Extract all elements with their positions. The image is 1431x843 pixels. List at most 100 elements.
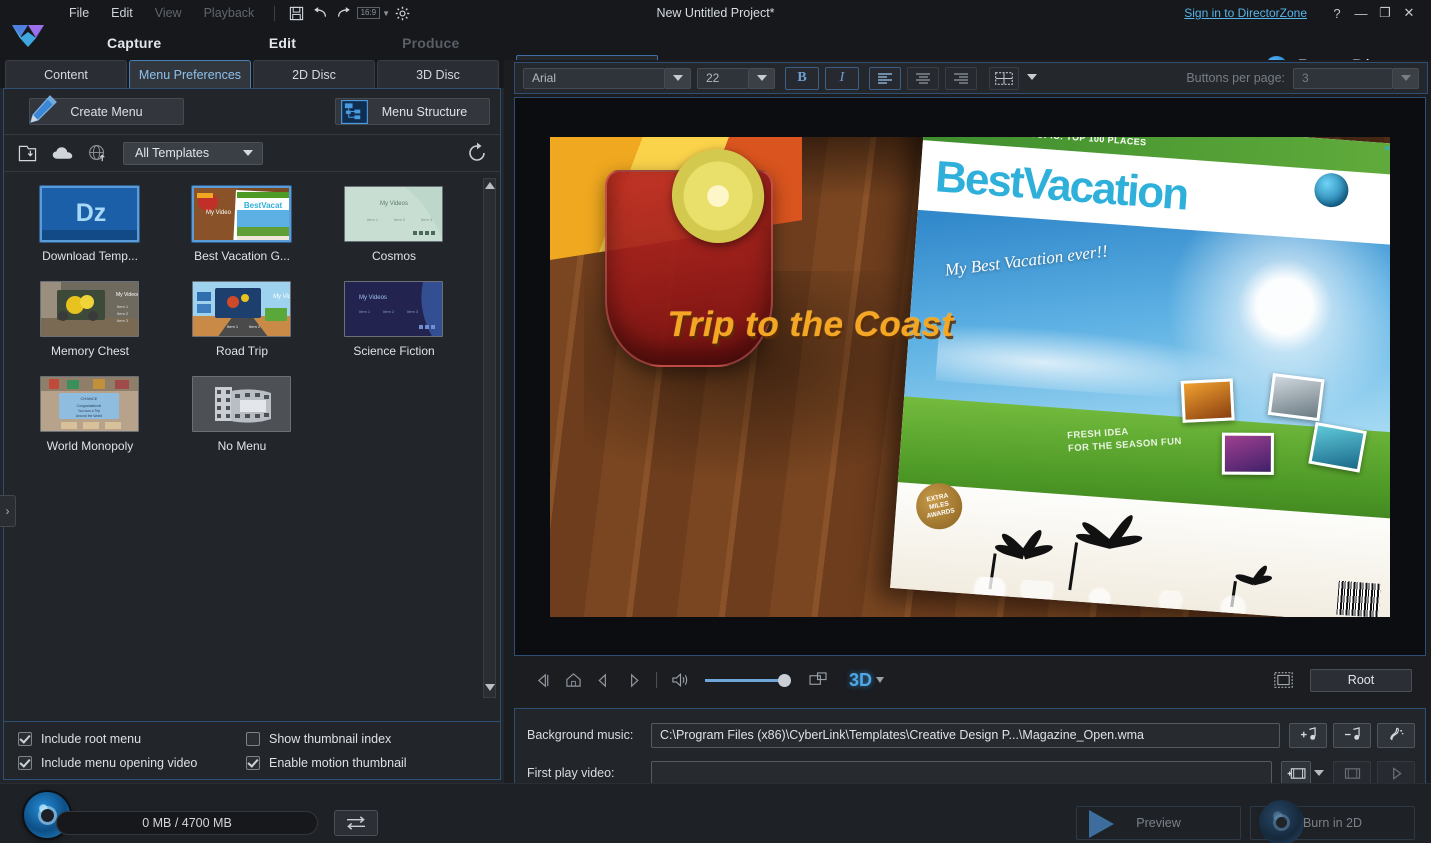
template-item-best-vacation[interactable]: BestVacat My Video Best Vacation G... bbox=[192, 186, 292, 263]
nav-mode-edit[interactable]: Edit bbox=[208, 35, 356, 51]
option-enable-motion-thumbnail[interactable]: Enable motion thumbnail bbox=[246, 751, 474, 775]
swap-units-icon[interactable] bbox=[334, 810, 378, 836]
menu-title-text[interactable]: Trip to the Coast bbox=[668, 305, 954, 345]
buttons-per-page-group: Buttons per page: 3 bbox=[1186, 67, 1419, 89]
menu-playback[interactable]: Playback bbox=[193, 3, 266, 23]
bold-button[interactable]: B bbox=[785, 66, 819, 90]
template-item-memory-chest[interactable]: My Videos Item 1 Item 2 Item 3 Memory Ch… bbox=[40, 281, 140, 358]
menu-view[interactable]: View bbox=[144, 3, 193, 23]
preview-button[interactable]: Preview bbox=[1076, 806, 1241, 840]
chevron-down-icon[interactable] bbox=[876, 677, 885, 683]
svg-text:Item 2: Item 2 bbox=[394, 217, 406, 222]
menu-actions-row: Create Menu Menu Structure bbox=[4, 89, 500, 135]
minimize-button[interactable]: — bbox=[1349, 2, 1373, 24]
font-family-chevron-down-icon[interactable] bbox=[665, 67, 691, 89]
tab-menu-preferences[interactable]: Menu Preferences bbox=[129, 60, 251, 88]
template-item-download[interactable]: Dz Download Temp... bbox=[40, 186, 140, 263]
burn-button[interactable]: Burn in 2D bbox=[1250, 800, 1415, 843]
close-button[interactable]: ✕ bbox=[1397, 2, 1421, 24]
checkbox-include-root-menu[interactable] bbox=[18, 731, 32, 746]
buttons-per-page-selector[interactable]: 3 bbox=[1293, 67, 1419, 89]
template-filter-dropdown[interactable]: All Templates bbox=[123, 141, 263, 165]
text-frame-icon[interactable] bbox=[989, 66, 1019, 90]
background-music-input[interactable]: C:\Program Files (x86)\CyberLink\Templat… bbox=[651, 722, 1280, 748]
restore-button[interactable]: ❐ bbox=[1373, 2, 1397, 24]
undo-icon[interactable] bbox=[308, 3, 332, 23]
first-play-video-input[interactable] bbox=[651, 760, 1272, 786]
aspect-toggle-icon[interactable] bbox=[803, 667, 833, 693]
template-thumbnail: My Videos Item 1 Item 2 Item 3 bbox=[344, 281, 443, 337]
nav-mode-capture[interactable]: Capture bbox=[60, 35, 208, 51]
checkbox-label: Show thumbnail index bbox=[269, 731, 392, 746]
directorzone-signin-link[interactable]: Sign in to DirectorZone bbox=[1184, 6, 1307, 20]
template-label: Memory Chest bbox=[50, 344, 130, 358]
scroll-down-icon[interactable] bbox=[484, 684, 495, 691]
align-right-icon[interactable] bbox=[945, 66, 977, 90]
menu-file[interactable]: File bbox=[58, 3, 100, 23]
align-left-icon[interactable] bbox=[869, 66, 901, 90]
text-frame-selector[interactable] bbox=[989, 66, 1045, 90]
template-item-cosmos[interactable]: My Videos Item 1 Item 2 Item 3 Cosmos bbox=[344, 186, 444, 263]
tab-2d-disc[interactable]: 2D Disc bbox=[253, 60, 375, 88]
italic-button[interactable]: I bbox=[825, 66, 859, 90]
template-item-science-fiction[interactable]: My Videos Item 1 Item 2 Item 3 Science F… bbox=[344, 281, 444, 358]
tab-3d-disc[interactable]: 3D Disc bbox=[377, 60, 499, 88]
tab-content[interactable]: Content bbox=[5, 60, 127, 88]
volume-icon[interactable] bbox=[665, 667, 695, 693]
tv-safe-zone-icon[interactable] bbox=[1268, 667, 1298, 693]
template-item-road-trip[interactable]: My Videos Item 1 Item 2 Road Trip bbox=[192, 281, 292, 358]
template-label: Science Fiction bbox=[353, 344, 435, 358]
redo-icon[interactable] bbox=[332, 3, 356, 23]
checkbox-include-menu-opening-video[interactable] bbox=[18, 755, 32, 770]
buttons-per-page-chevron-down-icon[interactable] bbox=[1393, 67, 1419, 89]
checkbox-enable-motion-thumbnail[interactable] bbox=[246, 755, 260, 770]
preview-controls: 3D Root bbox=[514, 660, 1426, 700]
template-item-no-menu[interactable]: No Menu bbox=[192, 376, 292, 453]
add-music-icon[interactable] bbox=[1289, 722, 1327, 748]
svg-text:Dz: Dz bbox=[76, 199, 107, 227]
scroll-up-icon[interactable] bbox=[484, 182, 495, 189]
play-first-play-video-icon[interactable] bbox=[1377, 760, 1415, 786]
checkbox-show-thumbnail-index[interactable] bbox=[246, 731, 260, 746]
panel-collapse-handle[interactable]: › bbox=[0, 495, 16, 527]
gear-icon[interactable] bbox=[390, 3, 414, 23]
save-icon[interactable] bbox=[284, 3, 308, 23]
root-button[interactable]: Root bbox=[1310, 668, 1412, 692]
home-icon[interactable] bbox=[558, 667, 588, 693]
navigate-right-icon[interactable] bbox=[618, 667, 648, 693]
volume-slider-handle[interactable] bbox=[778, 673, 791, 687]
volume-slider[interactable] bbox=[705, 673, 791, 687]
font-size-value: 22 bbox=[697, 67, 749, 89]
upload-globe-icon[interactable] bbox=[86, 142, 108, 164]
help-button[interactable]: ? bbox=[1325, 2, 1349, 24]
menu-edit[interactable]: Edit bbox=[100, 3, 144, 23]
add-first-play-video-icon[interactable] bbox=[1281, 760, 1311, 786]
font-size-selector[interactable]: 22 bbox=[697, 67, 775, 89]
first-play-chevron-down-icon[interactable] bbox=[1314, 770, 1324, 776]
play-icon bbox=[1089, 810, 1114, 838]
navigate-left-icon[interactable] bbox=[588, 667, 618, 693]
align-center-icon[interactable] bbox=[907, 66, 939, 90]
aspect-ratio-selector[interactable]: 16:9 ▼ bbox=[356, 3, 390, 23]
remove-first-play-video-icon[interactable] bbox=[1333, 760, 1371, 786]
buttons-per-page-value: 3 bbox=[1293, 67, 1393, 89]
option-show-thumbnail-index[interactable]: Show thumbnail index bbox=[246, 727, 474, 751]
template-scrollbar[interactable] bbox=[483, 178, 496, 698]
text-frame-chevron-down-icon[interactable] bbox=[1019, 67, 1045, 88]
refresh-icon[interactable] bbox=[466, 142, 488, 164]
cloud-download-icon[interactable] bbox=[51, 142, 73, 164]
music-trim-icon[interactable] bbox=[1377, 722, 1415, 748]
option-include-root-menu[interactable]: Include root menu bbox=[18, 727, 246, 751]
disc-capacity-text: 0 MB / 4700 MB bbox=[142, 816, 232, 830]
option-include-menu-opening-video[interactable]: Include menu opening video bbox=[18, 751, 246, 775]
controls-divider bbox=[656, 672, 657, 688]
3d-mode-button[interactable]: 3D bbox=[849, 670, 885, 691]
menu-preview-stage[interactable]: THIS MONTH'S TOPIC: TOP 100 PLACES www. … bbox=[550, 136, 1390, 617]
import-template-icon[interactable] bbox=[16, 142, 38, 164]
font-family-selector[interactable]: Arial bbox=[523, 67, 691, 89]
nav-mode-produce[interactable]: Produce bbox=[357, 35, 505, 51]
remove-music-icon[interactable] bbox=[1333, 722, 1371, 748]
font-size-chevron-down-icon[interactable] bbox=[749, 67, 775, 89]
previous-page-icon[interactable] bbox=[528, 667, 558, 693]
template-item-world-monopoly[interactable]: CHANCE Congratulations! You won a Trip A… bbox=[40, 376, 140, 453]
